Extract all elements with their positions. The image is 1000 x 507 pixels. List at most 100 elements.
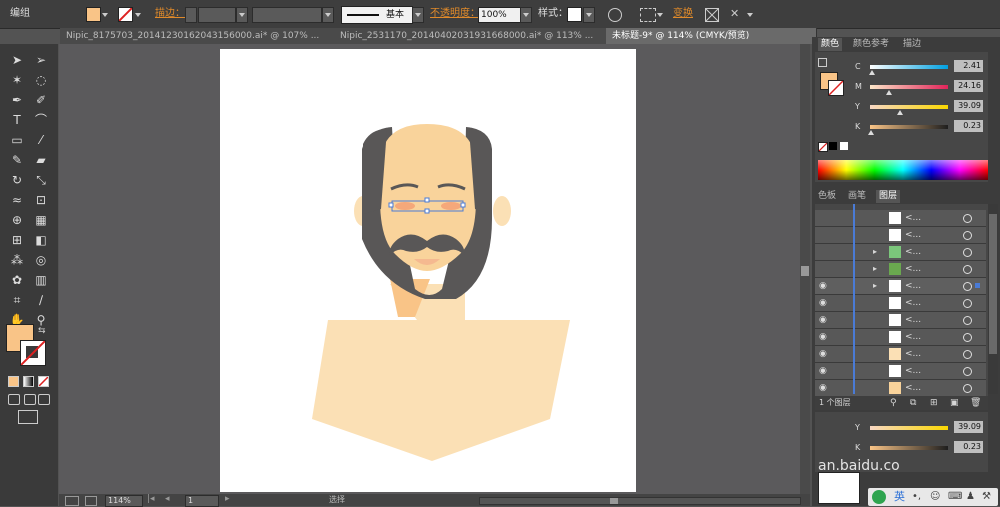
magenta-value-field[interactable]: 24.16 [954,80,983,92]
tab-swatches[interactable]: 色板 [818,190,836,203]
perspective-grid-tool-icon[interactable]: ▦ [32,212,50,228]
cyan-value-field[interactable]: 2.41 [954,60,983,72]
layer-row[interactable]: ◉ <... [815,312,986,329]
eyedropper-tool-icon[interactable]: ⁂ [8,252,26,268]
ime-logo-icon[interactable] [872,490,886,504]
tab-doc-1[interactable]: Nipic_8175703_20141230162043156000.ai* @… [60,28,339,44]
lower-black-slider[interactable] [870,446,948,450]
opacity-dropdown[interactable] [520,7,532,23]
illustration-bald-man-with-mustache[interactable] [220,49,636,492]
free-transform-tool-icon[interactable]: ⊡ [32,192,50,208]
isolate-icon[interactable] [705,8,719,22]
layer-row[interactable]: <... [815,227,986,244]
align-icon[interactable] [640,8,656,22]
transform-link[interactable]: 变换 [673,0,693,28]
opacity-input[interactable]: 100% [478,7,522,23]
stroke-weight-dropdown[interactable] [236,7,248,23]
stroke-color-box[interactable] [20,340,46,366]
layer-row[interactable]: ▸ <... [815,261,986,278]
slice-tool-icon[interactable]: ∕ [32,292,50,308]
warp-tool-icon[interactable]: ≈ [8,192,26,208]
locate-object-icon[interactable]: ⚲ [890,396,897,410]
arc-tool-icon[interactable]: ⌒ [32,112,50,128]
layer-row[interactable]: ◉ <... [815,380,986,397]
brush-style-dropdown[interactable]: 基本 [341,6,413,24]
recolor-icon[interactable] [608,8,622,22]
none-color-icon[interactable] [818,142,828,152]
color-spectrum[interactable] [818,160,988,180]
column-graph-tool-icon[interactable]: ▥ [32,272,50,288]
gradient-mode-icon[interactable] [23,376,34,387]
artboard[interactable] [220,49,636,492]
curvature-tool-icon[interactable]: ✐ [32,92,50,108]
ime-user-icon[interactable]: ♟ [966,488,975,506]
selection-tool-icon[interactable]: ➤ [8,52,26,68]
tab-doc-2[interactable]: Nipic_2531170_20140402031931668000.ai* @… [334,28,611,44]
draw-behind-icon[interactable] [24,394,36,405]
symbol-sprayer-tool-icon[interactable]: ✿ [8,272,26,288]
black-color-chip[interactable] [829,142,837,150]
eraser-tool-icon[interactable]: ▰ [32,152,50,168]
new-layer-icon[interactable]: ▣ [950,396,959,410]
tab-color-guide[interactable]: 颜色参考 [853,38,889,51]
black-slider[interactable] [870,125,948,129]
fill-dropdown-icon[interactable] [102,13,108,17]
arrange-icon[interactable]: ✕ [730,8,744,20]
horizontal-scrollbar[interactable] [479,497,801,505]
swap-colors-icon[interactable]: ⇆ [38,326,46,336]
tab-stroke[interactable]: 描边 [903,38,921,51]
ime-emoji-icon[interactable]: ☺ [930,488,940,506]
layer-row[interactable]: ◉ <... [815,295,986,312]
shape-builder-tool-icon[interactable]: ⊕ [8,212,26,228]
magenta-slider[interactable] [870,85,948,89]
draw-mode-icon[interactable] [8,394,20,405]
brush-style-arrow[interactable] [412,7,424,23]
lower-yellow-slider[interactable] [870,426,948,430]
none-mode-icon[interactable] [38,376,49,387]
rectangle-tool-icon[interactable]: ▭ [8,132,26,148]
pen-tool-icon[interactable]: ✒ [8,92,26,108]
gradient-tool-icon[interactable]: ◧ [32,232,50,248]
layers-scrollbar[interactable] [988,204,998,394]
white-color-chip[interactable] [840,142,848,150]
ime-keyboard-icon[interactable]: ⌨ [948,488,962,506]
mesh-tool-icon[interactable]: ⊞ [8,232,26,248]
zoom-level-field[interactable]: 114% [105,495,143,507]
layer-row[interactable]: <... [815,210,986,227]
color-panel-stroke-swatch[interactable] [828,80,844,96]
variable-width-dropdown[interactable] [252,7,322,23]
fill-swatch[interactable] [86,7,101,22]
stroke-weight-stepper[interactable] [185,7,197,23]
new-sublayer-icon[interactable]: ⊞ [930,396,938,410]
canvas-area[interactable] [59,44,810,494]
type-tool-icon[interactable]: T [8,112,26,128]
draw-inside-icon[interactable] [38,394,50,405]
screen-mode-icon[interactable] [18,410,38,424]
make-clipping-mask-icon[interactable]: ⧉ [910,396,916,410]
artboard-nav-icon[interactable] [65,496,79,506]
style-swatch[interactable] [567,7,582,22]
blend-tool-icon[interactable]: ◎ [32,252,50,268]
ime-settings-icon[interactable]: ⚒ [982,488,991,506]
default-colors-icon[interactable] [818,58,827,67]
yellow-value-field[interactable]: 39.09 [954,100,983,112]
pencil-tool-icon[interactable]: ✎ [8,152,26,168]
style-dropdown[interactable] [583,7,595,23]
direct-selection-tool-icon[interactable]: ➢ [32,52,50,68]
stroke-weight-input[interactable] [198,7,236,23]
delete-layer-icon[interactable]: 🗑 [970,396,981,410]
rotate-tool-icon[interactable]: ↻ [8,172,26,188]
vertical-scrollbar[interactable] [800,44,810,494]
lower-yellow-value-field[interactable]: 39.09 [954,421,983,433]
paintbrush-tool-icon[interactable]: ⁄ [32,132,50,148]
layer-row[interactable]: ◉ <... [815,329,986,346]
first-artboard-icon[interactable]: |◂ [147,494,155,504]
lower-black-value-field[interactable]: 0.23 [954,441,983,453]
align-dropdown-icon[interactable] [657,13,663,17]
cyan-slider[interactable] [870,65,948,69]
tab-doc-3[interactable]: 未标题-9* @ 114% (CMYK/预览) [606,28,817,44]
artboard-tool-icon[interactable]: ⌗ [8,292,26,308]
tab-color[interactable]: 颜色 [818,38,843,51]
ime-punctuation-icon[interactable]: •, [912,488,921,506]
share-icon[interactable] [85,496,97,506]
